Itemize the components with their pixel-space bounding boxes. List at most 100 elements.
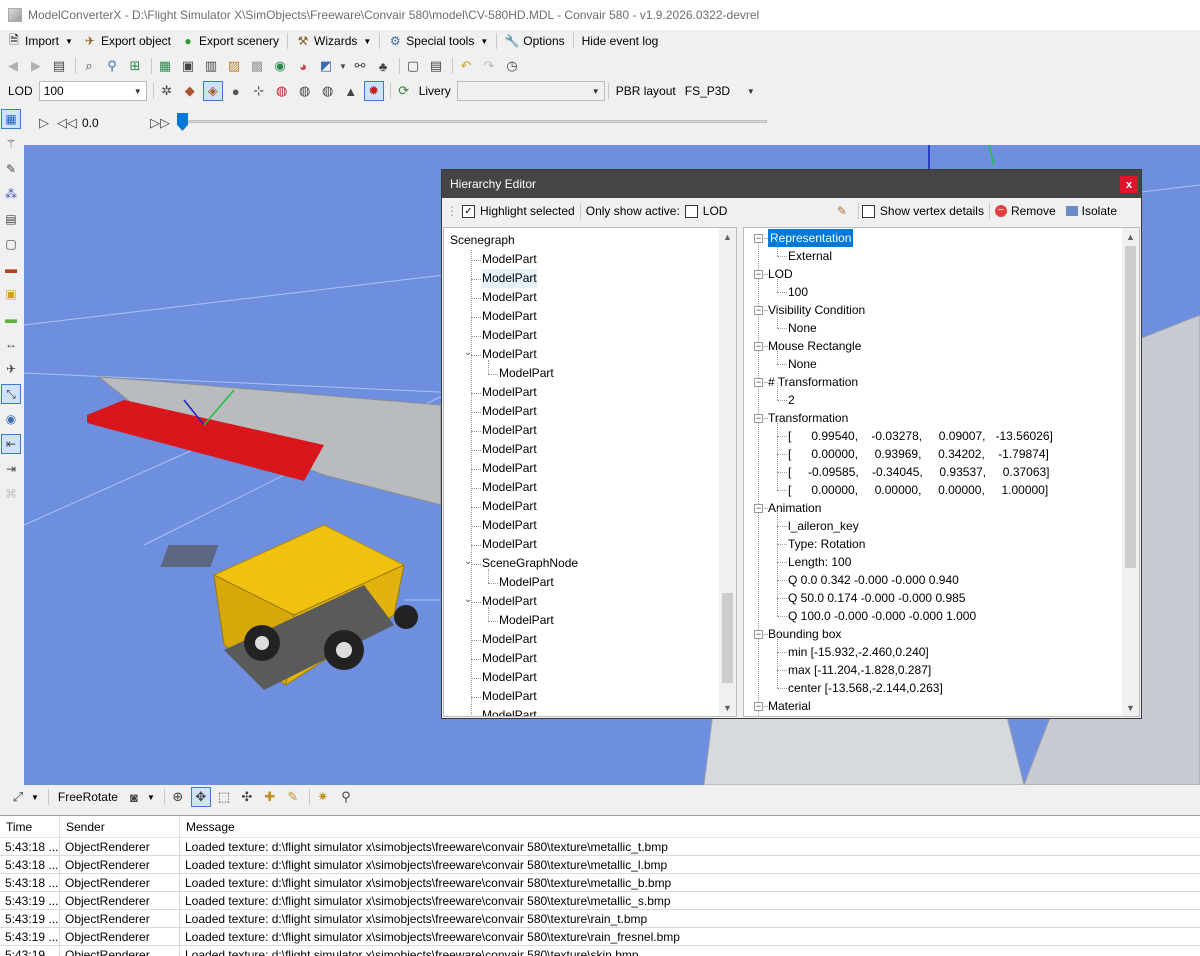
- log-row[interactable]: 5:43:18 ... ObjectRenderer Loaded texture:…: [0, 873, 1200, 892]
- chevron-down-icon[interactable]: ▼: [31, 793, 39, 802]
- scenegraph-node[interactable]: ModelPart: [482, 383, 537, 402]
- collapse-icon[interactable]: −: [754, 504, 763, 513]
- slider-thumb[interactable]: [177, 113, 188, 131]
- options-menu[interactable]: 🔧 Options: [500, 31, 569, 51]
- property-group[interactable]: Material: [768, 697, 811, 715]
- scenegraph-node[interactable]: ModelPart: [482, 497, 537, 516]
- scenegraph-node[interactable]: ModelPart: [482, 535, 537, 554]
- property-group[interactable]: Mouse Rectangle: [768, 337, 861, 355]
- expand-chevron-icon[interactable]: ⌄: [464, 594, 472, 605]
- dialog-title-bar[interactable]: Hierarchy Editor x: [442, 170, 1141, 198]
- expand-chevron-icon[interactable]: ⌄: [464, 556, 472, 567]
- scenegraph-node[interactable]: ModelPart: [482, 345, 537, 364]
- property-group[interactable]: Representation: [768, 229, 854, 247]
- earth-icon[interactable]: ◉: [270, 56, 290, 76]
- log-column-message[interactable]: Message: [180, 816, 1200, 837]
- close-button[interactable]: x: [1120, 176, 1138, 193]
- scenegraph-node[interactable]: ModelPart: [482, 649, 537, 668]
- forward-icon[interactable]: ▶: [26, 56, 46, 76]
- log-row[interactable]: 5:43:18 ... ObjectRenderer Loaded texture:…: [0, 837, 1200, 856]
- collapse-icon[interactable]: −: [754, 342, 763, 351]
- fit-view-icon[interactable]: ⤢: [8, 787, 28, 807]
- refresh-icon[interactable]: ⟳: [394, 81, 414, 101]
- rewind-icon[interactable]: ◁◁: [57, 113, 77, 133]
- scroll-up-icon[interactable]: ▲: [719, 228, 736, 245]
- camera-mode-label[interactable]: FreeRotate: [58, 790, 118, 804]
- scenegraph-node[interactable]: ModelPart: [482, 630, 537, 649]
- disabled-tool-icon[interactable]: ⌘: [1, 484, 21, 504]
- scenegraph-tree[interactable]: Scenegraph ModelPart ModelPart ModelPart Mo…: [443, 227, 737, 717]
- terrain-icon[interactable]: ▬: [1, 309, 21, 329]
- property-group[interactable]: Transformation: [768, 409, 848, 427]
- scenegraph-scrollbar[interactable]: ▲ ▼: [719, 228, 736, 716]
- add-point-icon[interactable]: ✚: [260, 787, 280, 807]
- collapse-icon[interactable]: −: [754, 306, 763, 315]
- highlight-selected-checkbox[interactable]: ✓: [462, 204, 475, 218]
- property-value[interactable]: [ -0.09585, -0.34045, 0.93537, 0.37063]: [788, 463, 1050, 481]
- property-value[interactable]: Q 50.0 0.174 -0.000 -0.000 0.985: [788, 589, 965, 607]
- property-value[interactable]: center [-13.568,-2.144,0.263]: [788, 679, 943, 697]
- scenegraph-node[interactable]: ModelPart: [482, 706, 537, 716]
- screenshot-icon[interactable]: ▢: [403, 56, 423, 76]
- scenegraph-node[interactable]: ModelPart: [482, 307, 537, 326]
- scenegraph-node[interactable]: ModelPart: [499, 573, 554, 592]
- chevron-down-icon[interactable]: ▼: [147, 793, 155, 802]
- box-icon[interactable]: ▩: [247, 56, 267, 76]
- undo-icon[interactable]: ↶: [456, 56, 476, 76]
- exit-icon[interactable]: ⇥: [1, 459, 21, 479]
- sheet-icon[interactable]: ▤: [1, 209, 21, 229]
- clock-icon[interactable]: ◷: [502, 56, 522, 76]
- log-column-sender[interactable]: Sender: [60, 816, 180, 837]
- livery-select[interactable]: ▼: [456, 81, 605, 101]
- magnify-icon[interactable]: ⌕: [79, 56, 99, 76]
- show-vertex-details-checkbox[interactable]: [861, 204, 875, 218]
- grid-view-icon[interactable]: ▦: [1, 109, 21, 129]
- log-column-time[interactable]: Time: [0, 816, 60, 837]
- collapse-icon[interactable]: −: [754, 630, 763, 639]
- collapse-icon[interactable]: −: [754, 702, 763, 711]
- scroll-down-icon[interactable]: ▼: [719, 699, 736, 716]
- property-value[interactable]: l_aileron_key: [788, 517, 859, 535]
- property-value[interactable]: None: [788, 319, 817, 337]
- property-value[interactable]: None: [788, 355, 817, 373]
- property-value[interactable]: min [-15.932,-2.460,0.240]: [788, 643, 929, 661]
- target-icon[interactable]: ⊕: [168, 787, 188, 807]
- hide-event-log-menu[interactable]: Hide event log: [577, 31, 664, 51]
- property-group[interactable]: LOD: [768, 265, 793, 283]
- scenegraph-node[interactable]: SceneGraphNode: [482, 554, 578, 573]
- edit-icon[interactable]: ✎: [1, 159, 21, 179]
- normals-icon[interactable]: ⊹: [249, 81, 269, 101]
- material-icon[interactable]: ▣: [1, 284, 21, 304]
- log-row[interactable]: 5:43:19 ... ObjectRenderer Loaded texture:…: [0, 891, 1200, 910]
- magic-icon[interactable]: ✷: [313, 787, 333, 807]
- textured-cube-icon[interactable]: ◈: [202, 81, 223, 101]
- move-icon[interactable]: ✣: [237, 787, 257, 807]
- collapse-icon[interactable]: −: [754, 270, 763, 279]
- property-value[interactable]: Type: Rotation: [788, 535, 865, 553]
- camera-icon[interactable]: ◙: [124, 787, 144, 807]
- edit-point-icon[interactable]: ✎: [283, 787, 303, 807]
- scenegraph-node[interactable]: ModelPart: [499, 364, 554, 383]
- scrollbar-thumb[interactable]: [1125, 246, 1136, 568]
- checker-icon[interactable]: ◍: [295, 81, 315, 101]
- transform-icon[interactable]: ⤡: [1, 384, 21, 404]
- sphere-icon[interactable]: ●: [226, 81, 246, 101]
- log-row[interactable]: 5:43:19 ... ObjectRenderer Loaded texture:…: [0, 927, 1200, 946]
- scenegraph-node[interactable]: ModelPart: [482, 326, 537, 345]
- film-icon[interactable]: ▥: [201, 56, 221, 76]
- scenegraph-node[interactable]: ModelPart: [482, 592, 537, 611]
- scenegraph-node[interactable]: ModelPart: [499, 611, 554, 630]
- properties-scrollbar[interactable]: ▲ ▼: [1122, 228, 1139, 716]
- texture-icon[interactable]: ▨: [224, 56, 244, 76]
- scrollbar-thumb[interactable]: [722, 593, 733, 683]
- airplane-icon[interactable]: ✈: [1, 359, 21, 379]
- scenegraph-node[interactable]: ModelPart: [482, 687, 537, 706]
- expand-chevron-icon[interactable]: ⌄: [464, 347, 472, 358]
- scroll-down-icon[interactable]: ▼: [1122, 699, 1139, 716]
- scenegraph-root[interactable]: Scenegraph: [450, 231, 515, 250]
- brick-icon[interactable]: ▬: [1, 259, 21, 279]
- cube-icon[interactable]: ◆: [180, 81, 200, 101]
- edit-icon[interactable]: ✎: [837, 204, 847, 218]
- ruler-icon[interactable]: ↔: [1, 334, 21, 354]
- export-object-menu[interactable]: ✈ Export object: [78, 31, 176, 51]
